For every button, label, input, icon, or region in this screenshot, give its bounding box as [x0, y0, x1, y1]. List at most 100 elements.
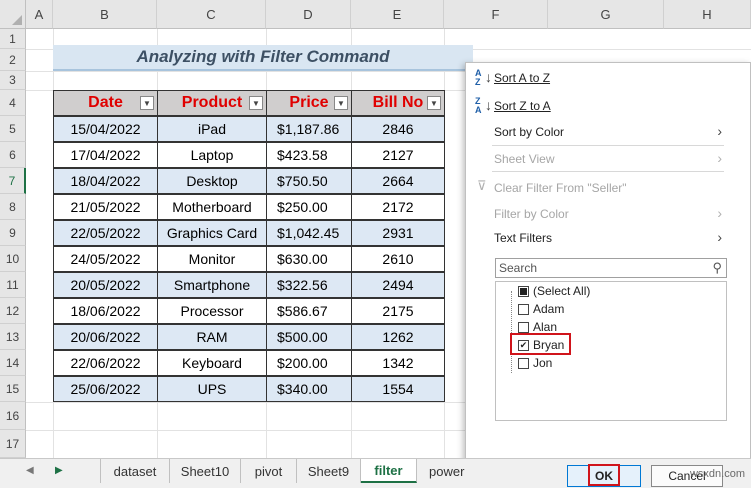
table-cell[interactable]: $200.00 — [266, 350, 352, 376]
tab-next-icon[interactable]: ▶ — [55, 465, 63, 476]
sort-by-color[interactable]: Sort by Color — [494, 125, 564, 139]
row-header[interactable]: 7 — [0, 168, 26, 194]
checkbox-icon[interactable] — [518, 321, 529, 333]
tab-power[interactable]: power — [417, 459, 467, 483]
row-header[interactable]: 9 — [0, 220, 26, 246]
column-header-d[interactable]: D — [266, 0, 351, 29]
table-cell[interactable]: 2664 — [351, 168, 445, 194]
row-header[interactable]: 4 — [0, 90, 26, 116]
row-header[interactable]: 16 — [0, 402, 26, 430]
column-header-b[interactable]: B — [53, 0, 157, 29]
filter-dropdown-icon[interactable]: ▼ — [140, 96, 154, 110]
row-header[interactable]: 2 — [0, 49, 26, 71]
column-header-a[interactable]: A — [26, 0, 53, 29]
table-cell[interactable]: Smartphone — [157, 272, 267, 298]
row-header[interactable]: 17 — [0, 430, 26, 458]
row-header[interactable]: 1 — [0, 29, 26, 49]
tab-dataset[interactable]: dataset — [100, 459, 170, 483]
text-filters[interactable]: Text Filters — [494, 231, 552, 245]
column-header-g[interactable]: G — [548, 0, 664, 29]
table-cell[interactable]: $322.56 — [266, 272, 352, 298]
tab-pivot[interactable]: pivot — [241, 459, 297, 483]
table-cell[interactable]: iPad — [157, 116, 267, 142]
filter-dropdown-icon[interactable]: ▼ — [249, 96, 263, 110]
row-header[interactable]: 10 — [0, 246, 26, 272]
table-cell[interactable]: 20/05/2022 — [53, 272, 158, 298]
table-cell[interactable]: 22/05/2022 — [53, 220, 158, 246]
column-header-c[interactable]: C — [157, 0, 266, 29]
table-cell[interactable]: 18/04/2022 — [53, 168, 158, 194]
table-cell[interactable]: $340.00 — [266, 376, 352, 402]
table-cell[interactable]: 1342 — [351, 350, 445, 376]
table-cell[interactable]: 2127 — [351, 142, 445, 168]
row-header[interactable]: 15 — [0, 376, 26, 402]
sort-a-to-z[interactable]: Sort A to Z — [494, 71, 550, 85]
row-header[interactable]: 11 — [0, 272, 26, 298]
table-cell[interactable]: Keyboard — [157, 350, 267, 376]
table-cell[interactable]: $586.67 — [266, 298, 352, 324]
search-placeholder: Search — [499, 261, 538, 275]
checkbox-partial-icon[interactable] — [518, 285, 529, 297]
filter-dropdown-icon[interactable]: ▼ — [427, 96, 441, 110]
row-header[interactable]: 12 — [0, 298, 26, 324]
list-item-label: Jon — [533, 356, 553, 370]
table-cell[interactable]: 2494 — [351, 272, 445, 298]
table-cell[interactable]: $1,042.45 — [266, 220, 352, 246]
table-cell[interactable]: Motherboard — [157, 194, 267, 220]
row-header[interactable]: 6 — [0, 142, 26, 168]
table-cell[interactable]: $1,187.86 — [266, 116, 352, 142]
row-header[interactable]: 3 — [0, 71, 26, 90]
checkbox-icon[interactable] — [518, 303, 529, 315]
table-cell[interactable]: Processor — [157, 298, 267, 324]
select-all-corner[interactable] — [0, 0, 26, 29]
tab-filter[interactable]: filter — [361, 459, 417, 483]
list-item-select-all[interactable]: (Select All) — [518, 284, 590, 298]
table-cell[interactable]: 20/06/2022 — [53, 324, 158, 350]
row-header[interactable]: 13 — [0, 324, 26, 350]
table-cell[interactable]: 24/05/2022 — [53, 246, 158, 272]
table-cell[interactable]: Graphics Card — [157, 220, 267, 246]
table-cell[interactable]: UPS — [157, 376, 267, 402]
tab-prev-icon[interactable]: ◀ — [26, 465, 34, 476]
table-cell[interactable]: RAM — [157, 324, 267, 350]
table-cell[interactable]: $750.50 — [266, 168, 352, 194]
table-cell[interactable]: 17/04/2022 — [53, 142, 158, 168]
table-cell[interactable]: $250.00 — [266, 194, 352, 220]
table-cell[interactable]: 21/05/2022 — [53, 194, 158, 220]
filter-dropdown-icon[interactable]: ▼ — [334, 96, 348, 110]
list-item-jon[interactable]: Jon — [518, 356, 552, 370]
table-cell[interactable]: 2175 — [351, 298, 445, 324]
table-cell[interactable]: 1262 — [351, 324, 445, 350]
column-header-e[interactable]: E — [351, 0, 444, 29]
table-cell[interactable]: 2931 — [351, 220, 445, 246]
table-cell[interactable]: Desktop — [157, 168, 267, 194]
search-input[interactable]: Search ⚲ — [495, 258, 727, 278]
table-cell[interactable]: 25/06/2022 — [53, 376, 158, 402]
row-header[interactable]: 14 — [0, 350, 26, 376]
tab-sheet9[interactable]: Sheet9 — [297, 459, 361, 483]
tab-sheet10[interactable]: Sheet10 — [170, 459, 241, 483]
table-cell[interactable]: $500.00 — [266, 324, 352, 350]
list-item-alan[interactable]: Alan — [518, 320, 557, 334]
sort-z-to-a[interactable]: Sort Z to A — [494, 99, 551, 113]
table-cell[interactable]: 22/06/2022 — [53, 350, 158, 376]
table-cell[interactable]: $423.58 — [266, 142, 352, 168]
table-cell[interactable]: Monitor — [157, 246, 267, 272]
row-header[interactable]: 8 — [0, 194, 26, 220]
table-cell[interactable]: 1554 — [351, 376, 445, 402]
checkbox-icon[interactable] — [518, 357, 529, 369]
list-item-adam[interactable]: Adam — [518, 302, 564, 316]
column-header-h[interactable]: H — [664, 0, 751, 29]
table-cell[interactable]: 2846 — [351, 116, 445, 142]
table-cell[interactable]: 18/06/2022 — [53, 298, 158, 324]
table-cell[interactable]: 2610 — [351, 246, 445, 272]
table-cell[interactable]: $630.00 — [266, 246, 352, 272]
table-cell[interactable]: Laptop — [157, 142, 267, 168]
sort-az-icon: AZ — [475, 68, 482, 87]
row-header[interactable]: 5 — [0, 116, 26, 142]
chevron-right-icon: › — [717, 123, 722, 139]
column-header-f[interactable]: F — [444, 0, 548, 29]
table-cell[interactable]: 2172 — [351, 194, 445, 220]
table-cell[interactable]: 15/04/2022 — [53, 116, 158, 142]
filter-menu: AZ ↓ Sort A to Z ZA ↓ Sort Z to A Sort b… — [465, 62, 751, 488]
